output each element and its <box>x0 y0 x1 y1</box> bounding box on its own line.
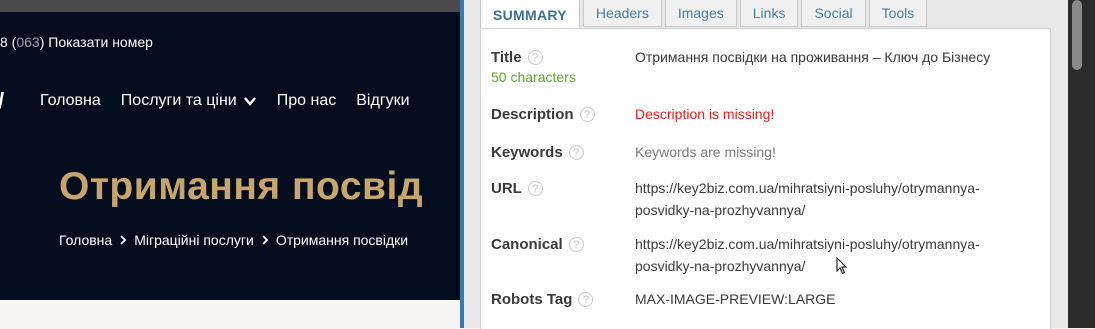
robots-label: Robots Tag ? <box>491 291 594 308</box>
nav-label: Головна <box>40 92 101 109</box>
description-row: Description ? <box>491 106 595 123</box>
canonical-label-text: Canonical <box>491 236 563 253</box>
robots-value: MAX-IMAGE-PREVIEW:LARGE <box>635 291 836 307</box>
chevron-down-icon <box>243 97 256 106</box>
url-value[interactable]: https://key2biz.com.ua/mihratsiyni-poslu… <box>635 177 980 221</box>
nav-item-about[interactable]: Про нас <box>277 92 336 110</box>
url-line-2: posvidky-na-prozhyvannya/ <box>635 202 806 218</box>
canonical-value[interactable]: https://key2biz.com.ua/mihratsiyni-poslu… <box>635 233 980 277</box>
canonical-label: Canonical ? <box>491 236 584 253</box>
nav-item-home[interactable]: Головна <box>40 92 101 110</box>
url-label: URL ? <box>491 180 543 197</box>
title-value: Отримання посвідки на проживання – Ключ … <box>635 49 991 65</box>
browser-top-strip <box>0 0 460 12</box>
show-number-link[interactable]: Показати номер <box>48 34 153 50</box>
url-label-text: URL <box>491 180 522 197</box>
breadcrumb-migration[interactable]: Міграційні послуги <box>134 232 254 248</box>
website-body <box>0 300 460 328</box>
robots-label-text: Robots Tag <box>491 291 573 308</box>
phone-code: 063 <box>16 34 40 50</box>
description-label: Description ? <box>491 106 595 123</box>
seo-tabs: SUMMARY Headers Images Links Social Tool… <box>480 0 930 29</box>
website-header: 8 (063) Показати номер / Головна Послуги… <box>0 12 460 300</box>
robots-row: Robots Tag ? <box>491 291 594 308</box>
description-value: Description is missing! <box>635 106 775 122</box>
phone-link[interactable]: 8 (063) Показати номер <box>0 34 153 50</box>
chevron-right-icon <box>120 235 127 245</box>
canonical-row: Canonical ? <box>491 236 584 253</box>
description-label-text: Description <box>491 106 574 123</box>
title-label: Title ? <box>491 49 576 66</box>
title-row: Title ? 50 characters <box>491 49 576 85</box>
keywords-value: Keywords are missing! <box>635 144 776 160</box>
help-icon[interactable]: ? <box>568 145 584 160</box>
nav-item-services[interactable]: Послуги та ціни <box>121 92 257 110</box>
canonical-line-2: posvidky-na-prozhyvannya/ <box>635 258 806 274</box>
url-line-1: https://key2biz.com.ua/mihratsiyni-poslu… <box>635 180 980 196</box>
canonical-line-1: https://key2biz.com.ua/mihratsiyni-poslu… <box>635 236 980 252</box>
help-icon[interactable]: ? <box>568 237 584 252</box>
breadcrumb-home[interactable]: Головна <box>59 232 112 248</box>
nav-label: Про нас <box>276 92 337 109</box>
phone-prefix: 8 ( <box>0 34 17 50</box>
phone-suffix: ) <box>39 34 45 50</box>
url-row: URL ? <box>491 180 543 197</box>
nav-label: Відгуки <box>356 92 410 109</box>
chevron-right-icon <box>262 235 269 245</box>
scrollbar-thumb[interactable] <box>1072 0 1082 70</box>
title-label-text: Title <box>491 49 522 66</box>
tab-images[interactable]: Images <box>664 0 737 27</box>
help-icon[interactable]: ? <box>578 292 594 307</box>
tab-links[interactable]: Links <box>739 0 799 27</box>
tab-headers[interactable]: Headers <box>582 0 662 27</box>
keywords-label-text: Keywords <box>491 144 563 161</box>
breadcrumb: Головна Міграційні послуги Отримання пос… <box>59 232 408 248</box>
breadcrumb-current: Отримання посвідки <box>275 232 409 248</box>
help-icon[interactable]: ? <box>527 181 543 196</box>
logo-fragment[interactable]: / <box>0 88 4 114</box>
page-title: Отримання посвід <box>59 165 424 208</box>
summary-content: Title ? 50 characters Отримання посвідки… <box>480 28 1051 329</box>
tab-summary[interactable]: SUMMARY <box>480 0 580 29</box>
help-icon[interactable]: ? <box>527 50 543 65</box>
keywords-row: Keywords ? <box>491 144 584 161</box>
tab-tools[interactable]: Tools <box>868 0 928 27</box>
main-nav: Головна Послуги та ціни Про нас Відгуки <box>40 92 430 110</box>
help-icon[interactable]: ? <box>579 107 595 122</box>
title-char-count: 50 characters <box>491 69 576 85</box>
nav-label: Послуги та ціни <box>120 92 237 109</box>
tab-social[interactable]: Social <box>801 0 866 27</box>
mouse-cursor-icon <box>836 257 848 275</box>
nav-item-reviews[interactable]: Відгуки <box>356 92 409 110</box>
keywords-label: Keywords ? <box>491 144 584 161</box>
